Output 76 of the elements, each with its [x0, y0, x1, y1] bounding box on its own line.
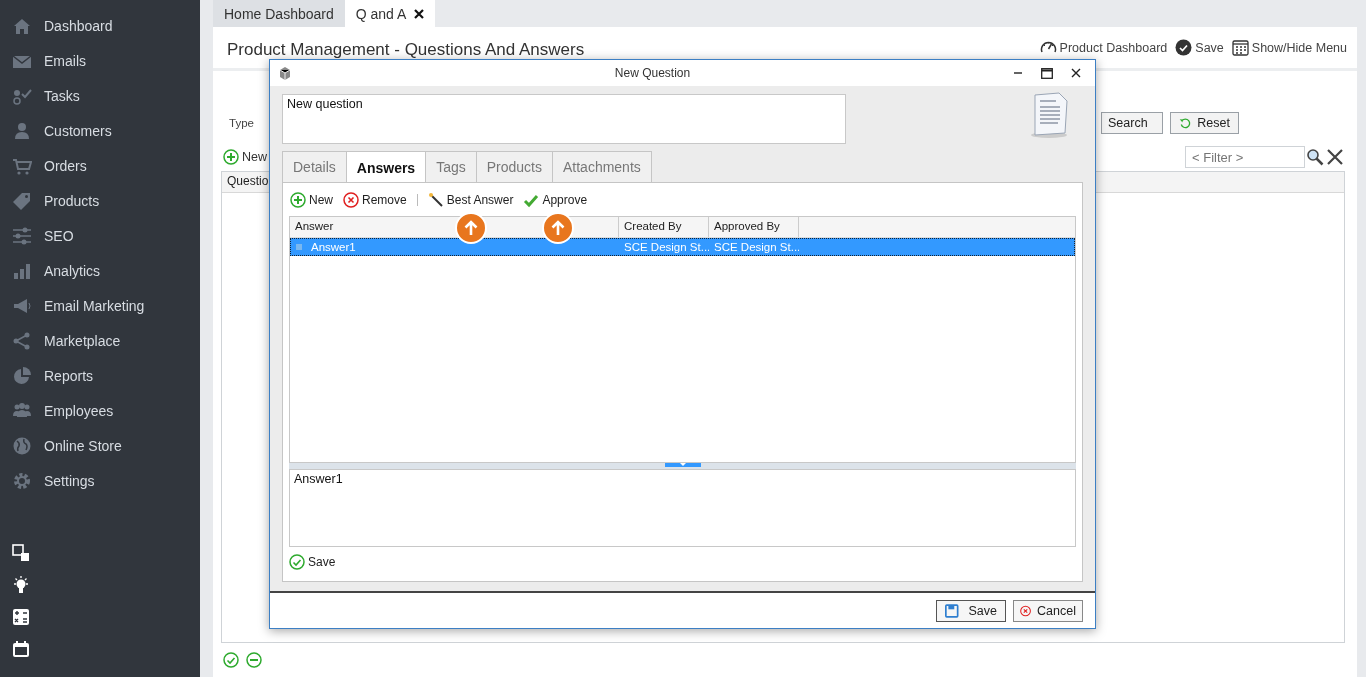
toolbar-link[interactable]: Show/Hide Menu: [1231, 39, 1347, 56]
column-header: Questio: [226, 173, 270, 190]
minus-circle-icon: [246, 652, 262, 668]
answer-field[interactable]: Answer1: [289, 469, 1076, 548]
sidebar-item[interactable]: Settings: [0, 463, 200, 498]
search-button[interactable]: Search: [1101, 112, 1163, 134]
dialog-title: New Question: [613, 66, 692, 81]
remove-button[interactable]: Remove: [343, 192, 407, 209]
tag-icon: [12, 190, 32, 211]
sidebar-item[interactable]: Customers: [0, 113, 200, 148]
lightbulb-icon[interactable]: [12, 576, 30, 594]
close-icon[interactable]: [1071, 68, 1081, 79]
reset-button[interactable]: Reset: [1170, 112, 1239, 134]
sidebar-item[interactable]: Marketplace: [0, 323, 200, 358]
sidebar-item[interactable]: Email Marketing: [0, 288, 200, 323]
sidebar-item[interactable]: SEO: [0, 218, 200, 253]
person-icon: [12, 120, 32, 141]
windows-icon[interactable]: [12, 544, 30, 562]
pie-chart-icon: [12, 365, 32, 386]
question-field[interactable]: New question: [282, 94, 846, 145]
table-cell: SCE Design St...: [714, 241, 799, 254]
save-answer-button[interactable]: Save: [289, 547, 1076, 578]
row-indicator-icon: [295, 243, 303, 252]
undo-icon: [1179, 115, 1192, 131]
check-circle-icon: [289, 554, 305, 571]
new-answer-button[interactable]: New: [290, 192, 333, 209]
close-icon[interactable]: [1325, 147, 1345, 167]
tab[interactable]: Details: [282, 151, 347, 183]
filter-field[interactable]: < Filter >: [1185, 146, 1305, 168]
check-circle-icon: [223, 652, 239, 668]
column-header: Created By: [619, 217, 709, 238]
plus-circle-icon: [223, 149, 239, 165]
type-label: Type: [229, 117, 254, 129]
tab[interactable]: Tags: [425, 151, 477, 183]
globe-icon: [12, 435, 32, 456]
page-title: Product Management - Questions And Answers: [227, 39, 586, 60]
tab[interactable]: Products: [475, 151, 553, 183]
approve-button[interactable]: Approve: [523, 192, 588, 209]
checkmark-icon: [523, 192, 540, 209]
close-icon[interactable]: [414, 8, 425, 19]
sidebar-item[interactable]: Online Store: [0, 428, 200, 463]
maximize-icon[interactable]: [1041, 67, 1053, 79]
box-icon: [278, 66, 292, 81]
column-header: Approved By: [709, 217, 799, 238]
sidebar-item[interactable]: Orders: [0, 148, 200, 183]
calculator-icon[interactable]: [12, 608, 30, 626]
tab[interactable]: Home Dashboard: [213, 0, 345, 27]
tab[interactable]: Attachments: [552, 151, 652, 183]
toolbar-link[interactable]: Product Dashboard: [1039, 39, 1168, 56]
search-icon[interactable]: [1305, 147, 1325, 167]
splitter-handle-icon: [664, 463, 701, 470]
magic-wand-icon: [427, 192, 444, 209]
grid-menu-icon: [1231, 39, 1249, 56]
cancel-button[interactable]: Cancel: [1013, 599, 1083, 622]
save-button[interactable]: Save: [936, 599, 1006, 622]
sidebar-item[interactable]: Products: [0, 183, 200, 218]
sidebar-item[interactable]: Reports: [0, 358, 200, 393]
tab[interactable]: Q and A: [344, 0, 436, 27]
best-answer-button[interactable]: Best Answer: [427, 192, 514, 209]
sidebar-item[interactable]: Tasks: [0, 78, 200, 113]
remove-circle-icon: [343, 192, 359, 209]
sliders-icon: [12, 225, 32, 246]
sidebar-item[interactable]: Emails: [0, 43, 200, 78]
sidebar-item[interactable]: Dashboard: [0, 8, 200, 43]
sidebar-item[interactable]: Employees: [0, 393, 200, 428]
calendar-icon[interactable]: [12, 640, 30, 658]
new-button[interactable]: New: [223, 149, 267, 165]
check-circle-icon: [1175, 39, 1193, 56]
toolbar-link[interactable]: Save: [1175, 39, 1224, 56]
gear-icon: [12, 470, 32, 491]
plus-circle-icon: [290, 192, 306, 209]
table-cell: Answer1: [311, 241, 356, 254]
sidebar-item[interactable]: Analytics: [0, 253, 200, 288]
share-icon: [12, 330, 32, 351]
tab[interactable]: Answers: [345, 151, 427, 184]
table-cell: SCE Design St...: [624, 241, 709, 254]
